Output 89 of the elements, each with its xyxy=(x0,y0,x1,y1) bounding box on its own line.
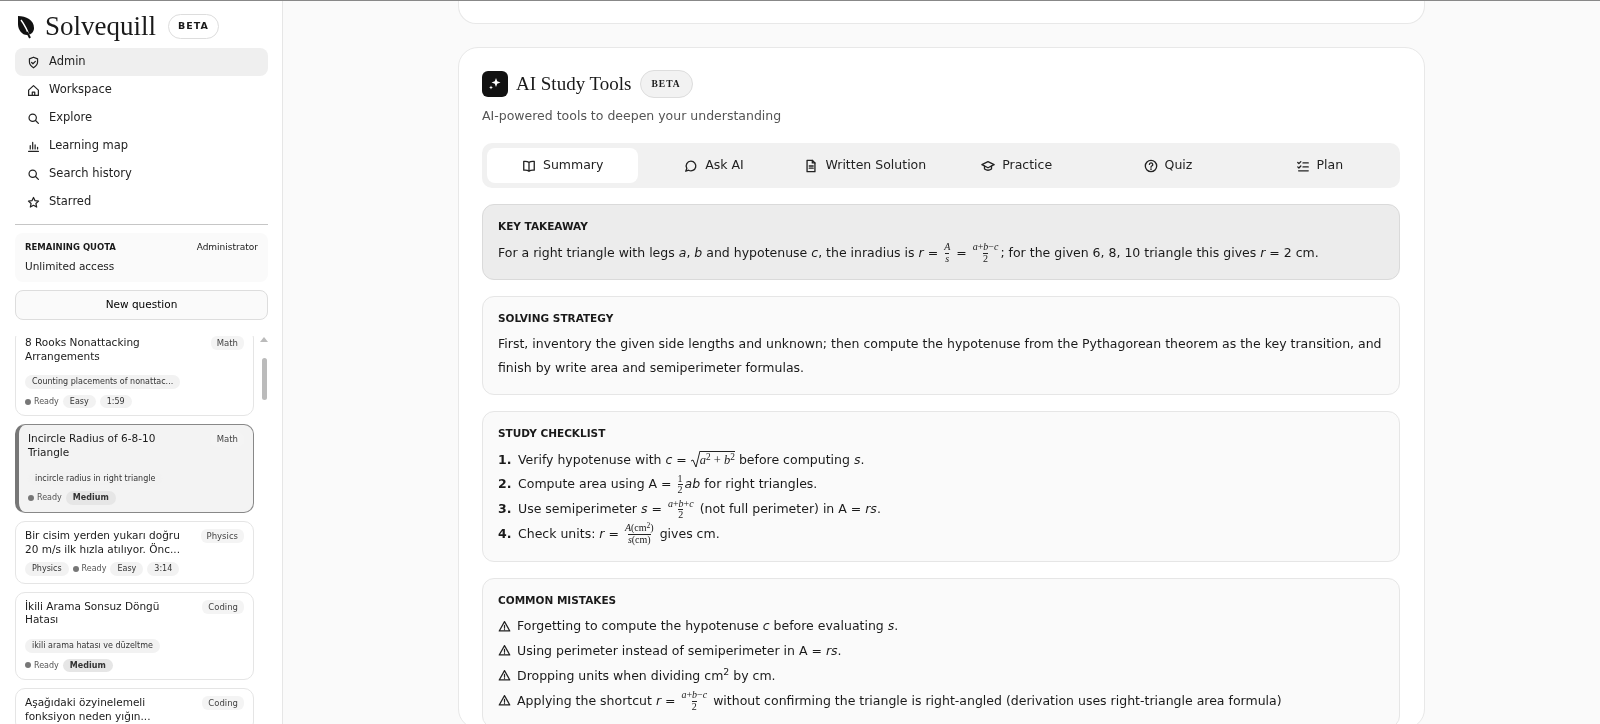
mistake-item: Dropping units when dividing cm$^{2}$ by cm. xyxy=(517,665,776,685)
nav-item[interactable]: Starred xyxy=(15,188,268,216)
checklist-item: Verify hypotenuse with c = a$^{2}$ + b$^{2}$ before computing s. xyxy=(518,450,865,471)
beta-badge: BETA xyxy=(168,14,219,39)
status-label: Ready xyxy=(34,660,59,671)
scrollbar-thumb xyxy=(261,358,267,400)
question-title: Incircle Radius of 6-8-10 Triangle xyxy=(28,432,157,460)
meta-chip: Easy xyxy=(62,394,96,409)
meta-chip: Physics xyxy=(25,562,69,576)
section-heading: SOLVING STRATEGY xyxy=(498,310,615,326)
meta-chip: 1:59 xyxy=(99,394,132,409)
status-dot xyxy=(25,398,31,405)
tab[interactable]: Plan xyxy=(1243,148,1395,183)
scroll-up-icon xyxy=(260,336,268,342)
nav-item[interactable]: Search history xyxy=(15,160,268,188)
sparkle-icon xyxy=(482,71,508,98)
radical-sign xyxy=(690,451,700,469)
item-number: 1. xyxy=(498,450,512,469)
book-icon xyxy=(521,158,536,173)
item-number: 2. xyxy=(498,475,512,494)
checklist-item: Use semiperimeter s = a+b+c 2 (not full perimeter) in A = rs. xyxy=(518,497,881,521)
question-card[interactable]: Aşağıdaki özyinelemeli fonksiyon neden yığın... Coding xyxy=(15,688,254,724)
mistake-item: Applying the shortcut r = a+b−c 2 without confirming the triangle is right-angled (derivation uses right-triangle area formula) xyxy=(517,688,1282,713)
meta-chip: 3:14 xyxy=(147,562,180,576)
question-title: Aşağıdaki özyinelemeli fonksiyon neden yığın... xyxy=(25,696,152,724)
nav-item[interactable]: Learning map xyxy=(15,132,268,160)
tab[interactable]: Written Solution xyxy=(789,148,941,183)
warning-icon xyxy=(498,669,511,683)
nav-item[interactable]: Workspace xyxy=(15,76,268,104)
document-icon xyxy=(804,158,819,173)
beta-badge: BETA xyxy=(639,70,693,99)
bar-chart-icon xyxy=(27,139,40,153)
tab[interactable]: Summary xyxy=(487,148,639,183)
tools-title: AI Study Tools xyxy=(516,72,632,96)
difficulty-chip: Medium xyxy=(62,658,113,673)
meta-chip: Easy xyxy=(110,562,144,576)
warning-icon xyxy=(498,619,511,633)
home-icon xyxy=(27,83,40,97)
question-title: Bir cisim yerden yukarı doğru 20 m/s ilk hızla atılıyor. Önc... xyxy=(25,528,181,557)
section-text: First, inventory the given side lengths and unknown; then compute the hypotenuse from the Pythagorean theorem as the key transition, and finish by write area and semiperimeter formulas. xyxy=(498,335,1383,377)
checklist-item: Check units: r = A(cm$^{2}$) s(cm) gives cm. xyxy=(518,521,720,546)
graduation-cap-icon xyxy=(981,158,996,173)
section-heading: STUDY CHECKLIST xyxy=(498,425,607,441)
mistake-item: Using perimeter instead of semiperimeter in A = rs. xyxy=(517,642,842,660)
difficulty-chip: Medium xyxy=(65,491,116,505)
tab[interactable]: Ask AI xyxy=(638,148,790,183)
nav-item[interactable]: Explore xyxy=(15,104,268,132)
status-dot xyxy=(25,662,31,669)
leaf-logo-icon xyxy=(15,13,37,40)
warning-icon xyxy=(498,644,511,658)
chat-bubble-icon xyxy=(684,158,699,173)
subject-tag: Physics xyxy=(200,528,244,544)
shield-icon xyxy=(27,55,40,69)
question-circle-icon xyxy=(1143,158,1158,173)
status-dot xyxy=(72,566,79,572)
tab[interactable]: Quiz xyxy=(1092,148,1244,183)
question-title: İkili Arama Sonsuz Döngü Hatası xyxy=(25,599,161,628)
tab[interactable]: Practice xyxy=(941,148,1093,183)
section-heading: KEY TAKEAWAY xyxy=(498,219,589,234)
item-number: 4. xyxy=(498,524,512,543)
mistake-item: Forgetting to compute the hypotenuse c before evaluating s. xyxy=(517,617,899,636)
quota-label: REMAINING QUOTA xyxy=(25,241,116,254)
status-dot xyxy=(28,495,34,502)
topic-chip: Counting placements of nonattac... xyxy=(25,375,181,389)
question-card[interactable]: 8 Rooks Nonattacking Arrangements Math Counting placements of nonattac... Ready Easy 1:59 xyxy=(15,336,254,417)
nav-item[interactable]: Admin xyxy=(15,48,268,76)
item-number: 3. xyxy=(498,500,512,518)
topic-chip: ikili arama hatası ve düzeltme xyxy=(25,639,160,653)
status-label: Ready xyxy=(37,493,62,503)
new-question-button[interactable]: New question xyxy=(15,290,268,320)
question-card[interactable]: Bir cisim yerden yukarı doğru 20 m/s ilk hızla atılıyor. Önc... Physics Physics Ready Easy 3:14 xyxy=(15,520,254,584)
question-title: 8 Rooks Nonattacking Arrangements xyxy=(25,336,141,364)
role-label: Administrator xyxy=(196,241,258,254)
section-heading: COMMON MISTAKES xyxy=(498,592,618,608)
warning-icon xyxy=(498,693,511,707)
question-card[interactable]: İkili Arama Sonsuz Döngü Hatası Coding ikili arama hatası ve düzeltme Ready Medium xyxy=(15,591,254,681)
star-icon xyxy=(27,195,40,209)
tools-subtitle: AI-powered tools to deepen your understanding xyxy=(482,106,783,125)
question-card[interactable]: Incircle Radius of 6-8-10 Triangle Math incircle radius in right triangle Ready Medium xyxy=(15,424,254,513)
subject-tag: Coding xyxy=(202,696,244,711)
search-icon xyxy=(27,111,40,125)
subject-tag: Coding xyxy=(202,599,244,614)
brand-name: Solvequill xyxy=(45,13,156,40)
quota-value: Unlimited access xyxy=(25,258,116,274)
search-icon xyxy=(27,167,40,181)
checklist-icon xyxy=(1295,158,1310,173)
subject-tag: Math xyxy=(210,336,244,351)
status-label: Ready xyxy=(81,564,107,574)
status-label: Ready xyxy=(34,396,59,407)
